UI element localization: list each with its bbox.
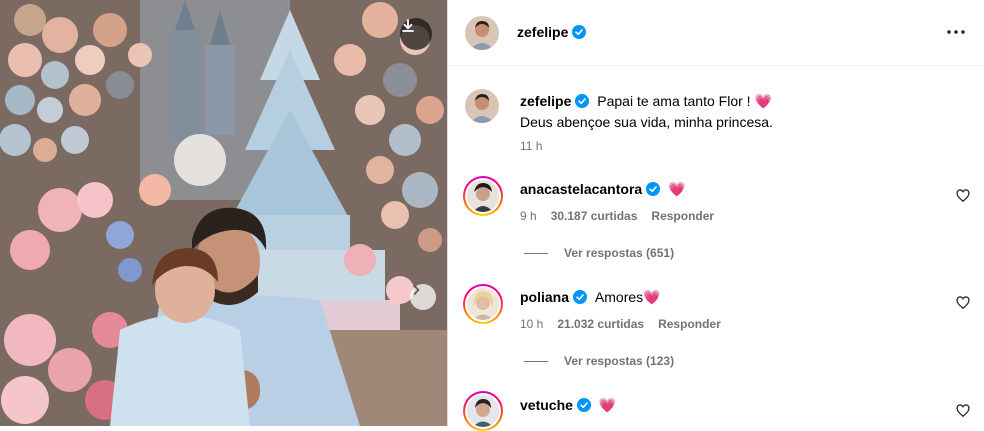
post-photo[interactable] [0,0,447,426]
commenter-avatar [467,288,499,320]
heart-outline-icon [956,296,970,310]
verified-badge-icon [646,182,661,196]
comment-avatar-ring[interactable] [463,176,503,216]
comment-text: 💗 [598,397,617,413]
more-options-icon [947,30,965,34]
next-photo-button[interactable] [410,284,436,310]
comment-avatar-ring[interactable] [463,391,503,431]
comment-time: 10 h [520,317,544,331]
post-caption: zefelipe Papai te ama tanto Flor ! 💗 Deu… [520,91,773,133]
verified-badge-icon [575,94,590,108]
heart-outline-icon [956,404,970,418]
comment-meta: 9 h 30.187 curtidas Responder [520,209,728,223]
comment-1: anacastelacantora 💗 [520,181,686,198]
view-replies-button[interactable]: Ver respostas (123) [524,354,674,368]
comment-meta: 10 h 21.032 curtidas Responder [520,317,735,331]
chevron-right-icon [413,285,420,295]
verified-badge-icon [576,398,591,412]
download-icon [402,19,414,32]
comment-username[interactable]: poliana [520,289,569,305]
reply-button[interactable]: Responder [658,317,721,331]
author-username-link[interactable]: zefelipe [517,24,587,40]
comment-text: Amores💗 [594,289,661,305]
commenter-avatar [467,395,499,427]
verified-badge-icon [573,290,588,304]
caption-line-2: Deus abençoe sua vida, minha princesa. [520,114,773,130]
comment-avatar-ring[interactable] [463,284,503,324]
caption-time: 11 h [520,139,543,153]
caption-author-username[interactable]: zefelipe [520,93,571,109]
caption-meta: 11 h [520,139,556,153]
more-options-button[interactable] [946,24,966,40]
like-comment-button[interactable] [956,189,970,203]
comment-text: 💗 [668,181,686,197]
author-avatar[interactable] [465,16,499,50]
like-comment-button[interactable] [956,404,970,418]
caption-line-1: Papai te ama tanto Flor ! 💗 [597,93,772,109]
download-button[interactable] [400,18,432,50]
comment-3: vetuche 💗 [520,397,616,414]
comments-panel: zefelipe zefelipe Papai te ama tanto Flo… [448,0,984,431]
heart-outline-icon [956,189,970,203]
party-photo-illustration [0,0,447,426]
comment-time: 9 h [520,209,537,223]
reply-button[interactable]: Responder [651,209,714,223]
caption-author-avatar[interactable] [465,89,499,123]
commenter-avatar [467,180,499,212]
comment-username[interactable]: vetuche [520,397,573,413]
view-replies-button[interactable]: Ver respostas (651) [524,246,674,260]
comment-likes[interactable]: 21.032 curtidas [557,317,644,331]
verified-badge-icon [572,25,587,39]
post-header: zefelipe [448,0,984,66]
comment-2: poliana Amores💗 [520,289,661,306]
comment-likes[interactable]: 30.187 curtidas [551,209,638,223]
like-comment-button[interactable] [956,296,970,310]
comment-username[interactable]: anacastelacantora [520,181,642,197]
